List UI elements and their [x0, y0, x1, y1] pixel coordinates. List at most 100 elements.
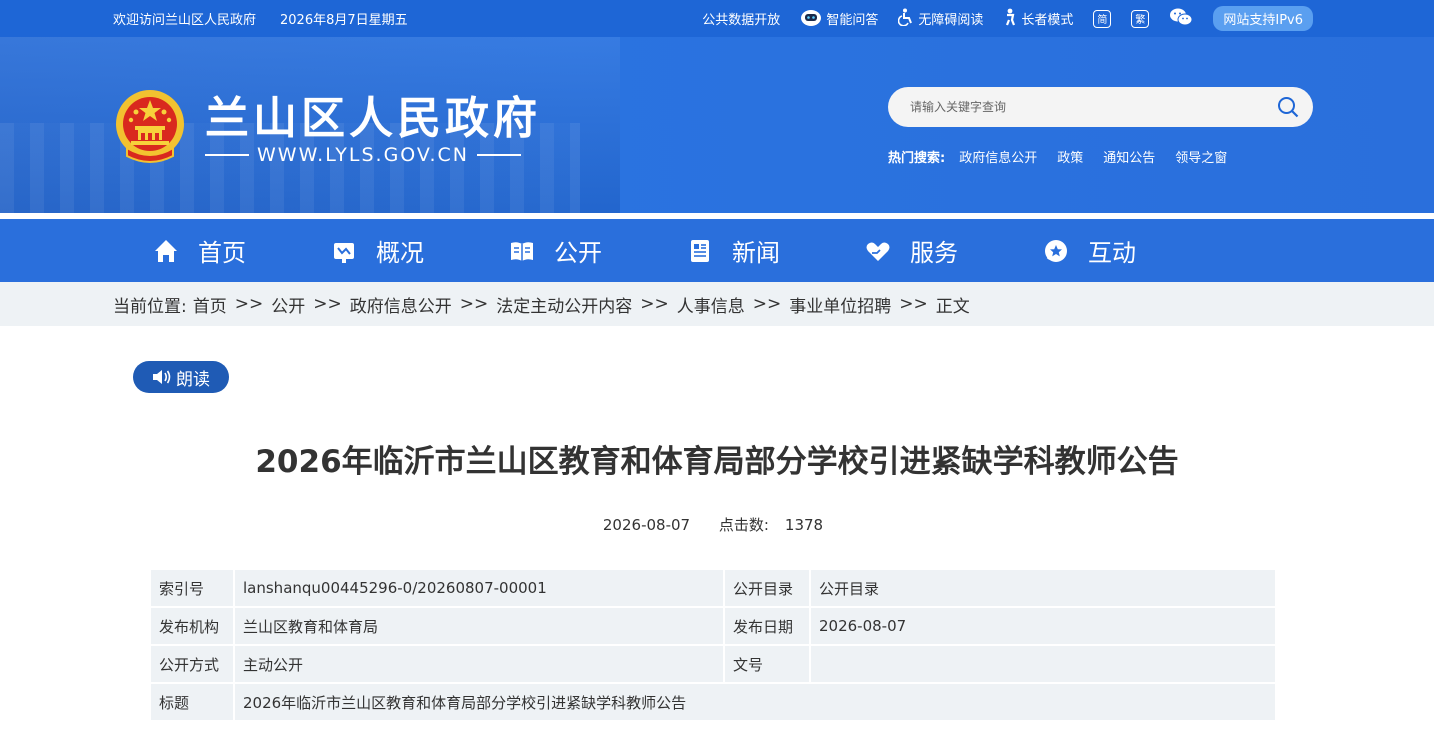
breadcrumb-separator: >> — [640, 294, 669, 314]
info-key: 发布日期 — [723, 606, 811, 646]
breadcrumb-separator: >> — [752, 294, 782, 314]
nav-label: 概况 — [376, 239, 424, 267]
main-nav-items: 首页 概况 公开 新闻 服务 互动 — [152, 219, 1220, 282]
breadcrumb-separator: >> — [234, 294, 264, 314]
nav-label: 首页 — [198, 239, 246, 267]
nav-item-service[interactable]: 服务 — [864, 219, 1042, 282]
nav-item-interact[interactable]: 互动 — [1042, 219, 1220, 282]
url-right-line — [476, 154, 521, 156]
click-count: 点击数: 1378 — [711, 516, 831, 534]
wheelchair-icon — [898, 8, 914, 30]
site-name[interactable]: 兰山区人民政府 — [205, 82, 541, 146]
url-left-line — [205, 154, 249, 156]
ipv6-badge: 网站支持IPv6 — [1213, 6, 1313, 31]
topbar-links: 公共数据开放 智能问答 无障碍阅读 长者模式 简 繁 网站支持IPv6 — [702, 0, 1313, 37]
publish-date: 2026-08-07 — [602, 516, 691, 534]
smart-qa-link[interactable]: 智能问答 — [800, 7, 878, 31]
elder-mode-label: 长者模式 — [1021, 13, 1074, 28]
info-value: 主动公开 — [233, 644, 725, 684]
overview-icon — [334, 242, 354, 263]
table-row: 发布机构 兰山区教育和体育局 发布日期 2026-08-07 — [149, 606, 1277, 646]
nav-item-overview[interactable]: 概况 — [330, 219, 508, 282]
breadcrumb-item[interactable]: 法定主动公开内容 — [496, 292, 632, 317]
breadcrumb-item[interactable]: 事业单位招聘 — [789, 292, 891, 317]
site-header: 兰山区人民政府 WWW.LYLS.GOV.CN 热门搜索: 政府信息公开 政策 … — [0, 37, 1434, 213]
breadcrumb-prefix: 当前位置: — [113, 296, 187, 317]
article-title: 2026年临沂市兰山区教育和体育局部分学校引进紧缺学科教师公告 — [255, 444, 1179, 480]
info-value: lanshanqu00445296-0/20260807-00001 — [233, 568, 725, 608]
info-key: 标题 — [149, 682, 235, 722]
info-key: 公开目录 — [723, 568, 811, 608]
breadcrumb-bar: 当前位置: 首页 >> 公开 >> 政府信息公开 >> 法定主动公开内容 >> … — [0, 282, 1434, 326]
home-icon — [155, 239, 177, 262]
breadcrumb-item[interactable]: 公开 — [271, 292, 305, 317]
article-meta: 2026-08-07 点击数: 1378 — [0, 514, 1434, 535]
info-key: 发布机构 — [149, 606, 235, 646]
info-value — [809, 644, 1277, 684]
current-date: 2026年8月7日星期五 — [280, 13, 408, 28]
welcome-text: 欢迎访问兰山区人民政府 — [113, 13, 257, 28]
breadcrumb-item[interactable]: 首页 — [193, 292, 227, 317]
click-count-value: 1378 — [784, 516, 824, 534]
robot-icon — [800, 7, 822, 31]
hot-search-item[interactable]: 领导之窗 — [1175, 147, 1227, 166]
traditional-label: 繁 — [1131, 9, 1150, 28]
nav-item-home[interactable]: 首页 — [152, 219, 330, 282]
read-aloud-button[interactable]: 朗读 — [133, 361, 229, 393]
heart-hand-icon — [866, 242, 890, 261]
open-data-label: 公共数据开放 — [702, 13, 781, 28]
news-icon — [691, 239, 709, 262]
breadcrumb-separator: >> — [459, 294, 489, 314]
national-emblem-icon[interactable] — [113, 86, 187, 166]
info-key: 文号 — [723, 644, 811, 684]
info-key: 公开方式 — [149, 644, 235, 684]
accessible-reading-label: 无障碍阅读 — [918, 13, 984, 28]
hot-search: 热门搜索: 政府信息公开 政策 通知公告 领导之窗 — [888, 147, 1227, 166]
nav-item-open[interactable]: 公开 — [508, 219, 686, 282]
info-value: 2026年临沂市兰山区教育和体育局部分学校引进紧缺学科教师公告 — [233, 682, 1277, 722]
accessible-reading-link[interactable]: 无障碍阅读 — [898, 8, 983, 30]
nav-label: 公开 — [554, 239, 602, 267]
info-value: 公开目录 — [809, 568, 1277, 608]
info-key: 索引号 — [149, 568, 235, 608]
info-value: 兰山区教育和体育局 — [233, 606, 725, 646]
nav-label: 服务 — [910, 239, 958, 267]
table-row: 公开方式 主动公开 文号 — [149, 644, 1277, 684]
site-url-text: WWW.LYLS.GOV.CN — [257, 144, 469, 166]
wechat-link[interactable] — [1169, 7, 1193, 31]
hot-search-item[interactable]: 政策 — [1057, 147, 1083, 166]
breadcrumb-item[interactable]: 政府信息公开 — [350, 292, 452, 317]
breadcrumb-current: 正文 — [935, 296, 970, 317]
read-aloud-label: 朗读 — [176, 369, 210, 390]
hot-search-label: 热门搜索: — [888, 151, 946, 166]
nav-item-news[interactable]: 新闻 — [686, 219, 864, 282]
wechat-icon — [1169, 7, 1193, 31]
simplified-label: 简 — [1093, 9, 1112, 28]
simplified-chinese-button[interactable]: 简 — [1093, 9, 1112, 28]
breadcrumb-item[interactable]: 人事信息 — [677, 292, 745, 317]
smart-qa-label: 智能问答 — [826, 13, 879, 28]
table-row: 索引号 lanshanqu00445296-0/20260807-00001 公… — [149, 568, 1277, 608]
breadcrumb-separator: >> — [899, 294, 928, 314]
speaker-icon — [153, 370, 171, 384]
hot-search-item[interactable]: 政府信息公开 — [959, 147, 1037, 166]
breadcrumb-separator: >> — [313, 294, 342, 314]
elder-mode-link[interactable]: 长者模式 — [1003, 8, 1073, 30]
breadcrumb: 当前位置: 首页 >> 公开 >> 政府信息公开 >> 法定主动公开内容 >> … — [113, 282, 970, 326]
nav-label: 互动 — [1088, 239, 1136, 267]
info-value: 2026-08-07 — [809, 606, 1277, 646]
article-info-table: 索引号 lanshanqu00445296-0/20260807-00001 公… — [149, 568, 1277, 722]
open-data-link[interactable]: 公共数据开放 — [702, 9, 780, 28]
ipv6-label: 网站支持IPv6 — [1213, 6, 1313, 31]
topbar-left: 欢迎访问兰山区人民政府 2026年8月7日星期五 — [113, 0, 408, 37]
search-input[interactable] — [910, 87, 1270, 127]
table-row: 标题 2026年临沂市兰山区教育和体育局部分学校引进紧缺学科教师公告 — [149, 682, 1277, 722]
chat-icon — [1045, 239, 1067, 262]
main-nav: 首页 概况 公开 新闻 服务 互动 — [0, 219, 1434, 282]
traditional-chinese-button[interactable]: 繁 — [1131, 9, 1150, 28]
click-count-label: 点击数: — [718, 516, 769, 534]
hot-search-item[interactable]: 通知公告 — [1103, 147, 1155, 166]
search-icon[interactable] — [1277, 96, 1299, 118]
nav-label: 新闻 — [732, 239, 780, 267]
site-url: WWW.LYLS.GOV.CN — [205, 144, 521, 166]
